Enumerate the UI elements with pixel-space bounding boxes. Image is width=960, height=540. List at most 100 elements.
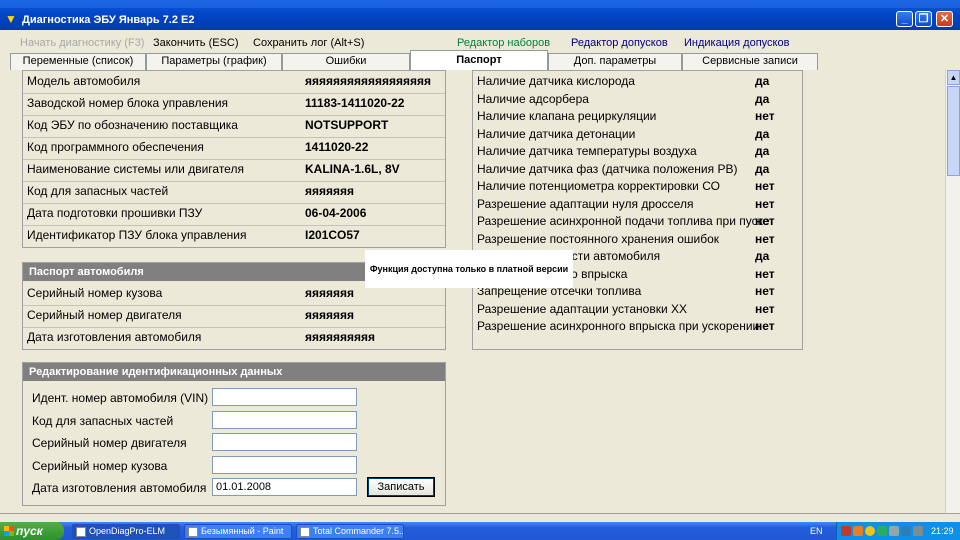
feature-value: да [755, 161, 770, 176]
edit-ident-header: Редактирование идентификационных данных [23, 363, 445, 381]
status-bar [0, 513, 960, 522]
divider [23, 159, 445, 160]
vertical-scrollbar[interactable]: ▲ [945, 70, 960, 522]
finish-button[interactable]: Закончить (ESC) [153, 37, 239, 49]
close-button[interactable]: ✕ [936, 11, 953, 27]
field-value: яяяяяяяяяяяяяяяяяя [305, 74, 432, 88]
app-logo-icon: ▼ [5, 12, 17, 26]
set-editor-link[interactable]: Редактор наборов [457, 37, 550, 49]
vin-input[interactable] [212, 388, 357, 406]
paint-icon [188, 527, 198, 537]
tray-app-icon[interactable] [865, 526, 875, 536]
tray-app-icon[interactable] [841, 526, 851, 536]
taskbar: пуск OpenDiagPro-ELM Безымянный - Paint … [0, 522, 960, 540]
body-number-label: Серийный номер кузова [32, 459, 168, 473]
feature-label: Разрешение адаптации нуля дросселя [477, 196, 694, 211]
tab-parameters[interactable]: Параметры (график) [146, 53, 282, 70]
tab-passport[interactable]: Паспорт [410, 50, 548, 71]
tray-app-icon[interactable] [877, 526, 887, 536]
feature-value: нет [755, 301, 775, 316]
divider [23, 137, 445, 138]
taskbar-item-opendiag[interactable]: OpenDiagPro-ELM [72, 524, 180, 539]
field-label: Модель автомобиля [27, 74, 141, 88]
field-label: Код ЭБУ по обозначению поставщика [27, 118, 238, 132]
app-icon [76, 527, 86, 537]
tolerance-editor-link[interactable]: Редактор допусков [571, 37, 668, 49]
field-label: Заводской номер блока управления [27, 96, 229, 110]
features-panel: Наличие датчика кислорода да Наличие адсо… [472, 70, 803, 350]
feature-label: Наличие датчика фаз (датчика положения Р… [477, 161, 738, 176]
feature-value: нет [755, 214, 775, 228]
tolerance-indication-link[interactable]: Индикация допусков [684, 37, 789, 49]
manufacture-date-input[interactable] [212, 478, 357, 496]
start-diagnostics-button[interactable]: Начать диагностику (F3) [20, 37, 144, 49]
feature-value: нет [755, 231, 775, 246]
tab-service-records[interactable]: Сервисные записи [682, 53, 818, 70]
window-title: Диагностика ЭБУ Январь 7.2 E2 [22, 14, 195, 26]
divider [23, 225, 445, 226]
taskbar-item-label: OpenDiagPro-ELM [89, 526, 166, 536]
body-number-input[interactable] [212, 456, 357, 474]
save-log-button[interactable]: Сохранить лог (Alt+S) [253, 37, 364, 49]
feature-value: нет [755, 179, 775, 193]
field-value: яяяяяяяяяя [305, 330, 376, 344]
divider [23, 305, 445, 306]
feature-label: Разрешение асинхронного впрыска при уско… [477, 319, 760, 333]
windows-logo-icon [4, 526, 14, 536]
minimize-button[interactable]: _ [896, 11, 913, 27]
tab-errors[interactable]: Ошибки [282, 53, 410, 70]
toolbar: Начать диагностику (F3) Закончить (ESC) … [0, 30, 960, 52]
taskbar-item-totalcmd[interactable]: Total Commander 7.5... [296, 524, 404, 539]
field-label: Дата изготовления автомобиля [27, 330, 202, 344]
total-commander-icon [300, 527, 310, 537]
field-value: 1411020-22 [305, 140, 369, 154]
tray-app-icon[interactable] [853, 526, 863, 536]
feature-label: Наличие адсорбера [477, 91, 589, 106]
divider [23, 181, 445, 182]
feature-label: Разрешение асинхронной подачи топлива пр… [477, 214, 770, 228]
spare-code-input[interactable] [212, 411, 357, 429]
tab-variables[interactable]: Переменные (список) [10, 53, 146, 70]
field-value: I201CO57 [305, 228, 360, 242]
feature-value: нет [755, 266, 775, 281]
restore-button[interactable]: ❐ [915, 11, 932, 27]
clock[interactable]: 21:29 [931, 526, 954, 536]
feature-label: Наличие датчика температуры воздуха [477, 144, 697, 158]
tray-app-icon[interactable] [901, 526, 911, 536]
system-tray: 21:29 [836, 522, 960, 540]
title-bar[interactable]: ▼ Диагностика ЭБУ Январь 7.2 E2 _ ❐ ✕ [0, 0, 960, 30]
scroll-thumb[interactable] [947, 86, 960, 176]
field-label: Наименование системы или двигателя [27, 162, 244, 176]
divider [23, 327, 445, 328]
engine-number-input[interactable] [212, 433, 357, 451]
tray-app-icon[interactable] [889, 526, 899, 536]
field-label: Серийный номер кузова [27, 286, 163, 300]
feature-value: да [755, 144, 770, 158]
field-label: Серийный номер двигателя [27, 308, 182, 322]
divider [23, 93, 445, 94]
paid-version-popup: Функция доступна только в платной версии [365, 250, 573, 288]
language-indicator[interactable]: EN [810, 526, 823, 536]
vin-label: Идент. номер автомобиля (VIN) [32, 391, 209, 405]
feature-label: Наличие потенциометра корректировки СО [477, 179, 720, 193]
field-value: яяяяяяя [305, 184, 355, 198]
background-window-strip [0, 0, 960, 8]
write-button[interactable]: Записать [367, 477, 435, 497]
field-label: Дата подготовки прошивки ПЗУ [27, 206, 203, 220]
scroll-up-icon[interactable]: ▲ [947, 70, 960, 85]
tray-app-icon[interactable] [913, 526, 923, 536]
taskbar-item-paint[interactable]: Безымянный - Paint [184, 524, 292, 539]
field-value: KALINA-1.6L, 8V [305, 162, 400, 176]
feature-label: Наличие датчика кислорода [477, 74, 635, 88]
feature-value: нет [755, 109, 775, 123]
feature-value: да [755, 74, 770, 88]
field-label: Идентификатор ПЗУ блока управления [27, 228, 247, 242]
field-value: яяяяяяя [305, 308, 355, 322]
start-label: пуск [16, 524, 43, 538]
divider [23, 115, 445, 116]
field-value: 11183-1411020-22 [305, 96, 405, 110]
start-button[interactable]: пуск [0, 522, 64, 540]
engine-number-label: Серийный номер двигателя [32, 436, 187, 450]
taskbar-item-label: Безымянный - Paint [201, 526, 284, 536]
tab-extra-params[interactable]: Доп. параметры [548, 53, 682, 70]
